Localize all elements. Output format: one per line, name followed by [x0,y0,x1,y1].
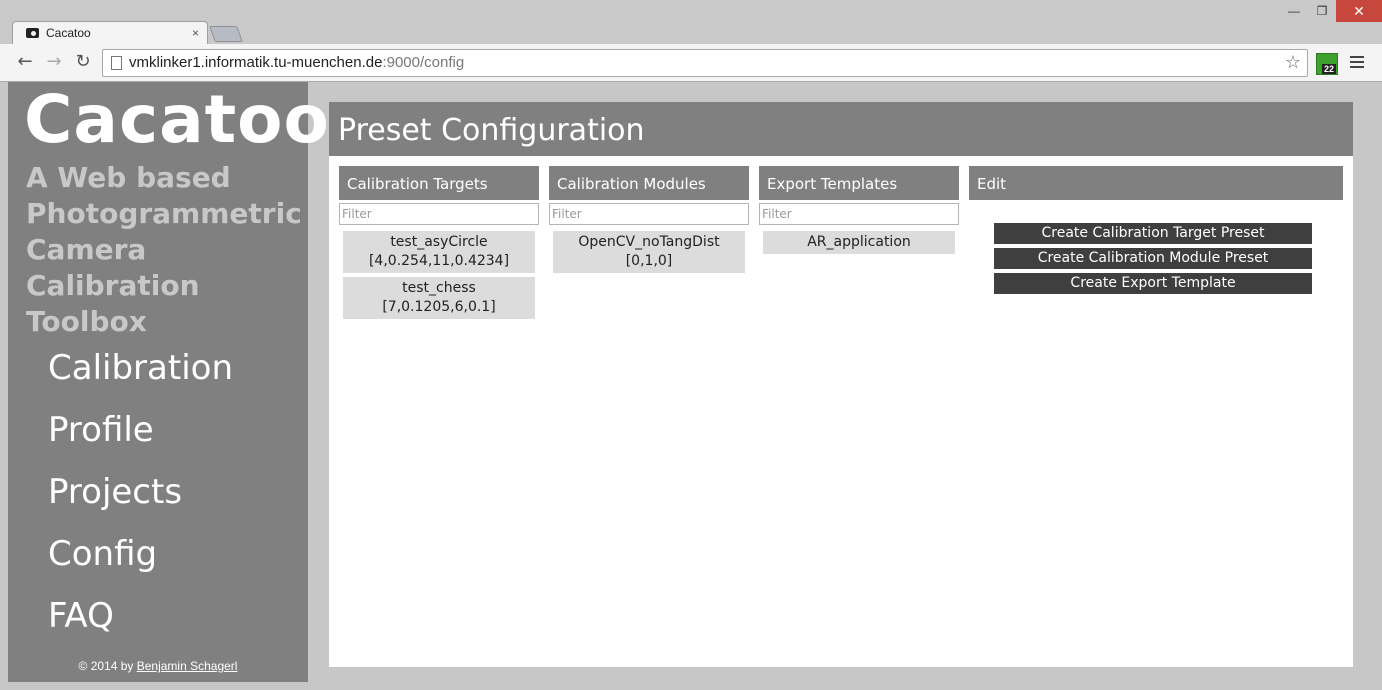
item-params: [4,0.254,11,0.4234] [368,253,510,269]
create-module-preset-button[interactable]: Create Calibration Module Preset [994,248,1312,269]
page-title: Preset Configuration [338,113,645,148]
url-host: vmklinker1.informatik.tu-muenchen.de [129,54,383,71]
create-export-template-button[interactable]: Create Export Template [994,273,1312,294]
item-name: AR_application [807,234,911,250]
export-templates-column: Export Templates AR_application [759,166,959,254]
maximize-button[interactable]: ❐ [1308,0,1336,22]
footer-copyright: © 2014 by [78,659,137,673]
nav-item-config[interactable]: Config [48,523,233,585]
column-header: Edit [969,166,1343,200]
item-name: test_asyCircle [390,234,488,250]
edit-column: Edit Create Calibration Target Preset Cr… [969,166,1343,298]
page-icon [111,56,122,70]
url-text[interactable]: vmklinker1.informatik.tu-muenchen.de:900… [129,54,464,71]
tab-close-icon[interactable]: × [192,26,199,40]
page: Cacatoo A Web based Photogrammetric Came… [8,82,1378,682]
item-params: [7,0.1205,6,0.1] [382,299,496,315]
column-header: Calibration Targets [339,166,539,200]
camera-icon [26,28,39,38]
list-item[interactable]: test_asyCircle [4,0.254,11,0.4234] [343,231,535,273]
calibration-modules-column: Calibration Modules OpenCV_noTangDist [0… [549,166,749,273]
browser-toolbar: ← → ↻ vmklinker1.informatik.tu-muenchen.… [0,44,1382,82]
sidebar: Cacatoo A Web based Photogrammetric Came… [8,82,329,682]
nav-item-profile[interactable]: Profile [48,399,233,461]
targets-filter-input[interactable] [339,203,539,225]
bookmark-star-icon[interactable]: ☆ [1285,52,1301,73]
nav-item-faq[interactable]: FAQ [48,585,233,647]
tab-title: Cacatoo [46,26,91,40]
nav-item-projects[interactable]: Projects [48,461,233,523]
templates-filter-input[interactable] [759,203,959,225]
extension-badge: 22 [1322,64,1337,74]
footer: © 2014 by Benjamin Schagerl [8,659,308,673]
hamburger-menu-icon[interactable] [1350,53,1364,71]
modules-filter-input[interactable] [549,203,749,225]
column-header: Export Templates [759,166,959,200]
main-content: Preset Configuration Calibration Targets… [329,102,1353,667]
footer-author-link[interactable]: Benjamin Schagerl [137,659,238,673]
calibration-targets-column: Calibration Targets test_asyCircle [4,0.… [339,166,539,319]
item-name: OpenCV_noTangDist [578,234,720,250]
list-item[interactable]: test_chess [7,0.1205,6,0.1] [343,277,535,319]
new-tab-button[interactable] [209,26,243,42]
column-header: Calibration Modules [549,166,749,200]
forward-arrow-icon[interactable]: → [42,51,66,73]
item-params: [0,1,0] [625,253,673,269]
main-nav: Calibration Profile Projects Config FAQ [48,337,233,647]
url-path: :9000/config [382,54,465,71]
minimize-button[interactable]: — [1280,0,1308,22]
nav-item-calibration[interactable]: Calibration [48,337,233,399]
close-window-button[interactable]: ✕ [1336,0,1382,22]
edit-actions: Create Calibration Target Preset Create … [969,223,1343,294]
tagline: A Web based Photogrammetric Camera Calib… [26,161,302,338]
tab-strip: Cacatoo × — ❐ ✕ [0,0,1382,45]
item-name: test_chess [402,280,476,296]
browser-tab[interactable]: Cacatoo × [12,21,208,45]
brand-logo[interactable]: Cacatoo [24,82,330,158]
browser-chrome: Cacatoo × — ❐ ✕ ← → ↻ vmklinker1.informa… [0,0,1382,82]
reload-icon[interactable]: ↻ [71,51,95,73]
list-item[interactable]: AR_application [763,231,955,254]
content-header: Preset Configuration [329,102,1353,156]
address-bar[interactable]: vmklinker1.informatik.tu-muenchen.de:900… [102,49,1308,77]
window-controls: — ❐ ✕ [1280,0,1382,22]
back-arrow-icon[interactable]: ← [13,51,37,73]
create-target-preset-button[interactable]: Create Calibration Target Preset [994,223,1312,244]
list-item[interactable]: OpenCV_noTangDist [0,1,0] [553,231,745,273]
